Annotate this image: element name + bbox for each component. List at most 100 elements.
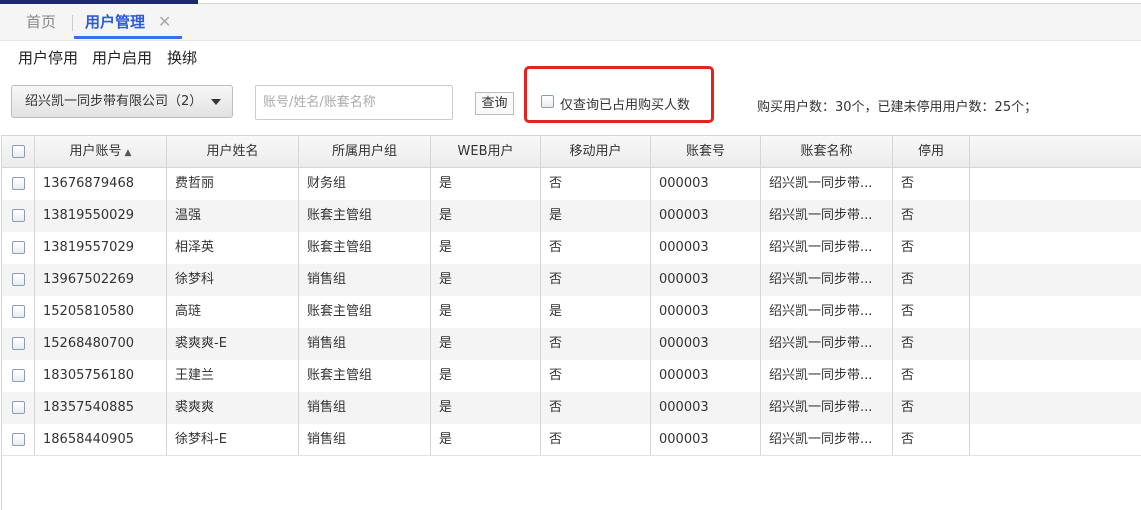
cell-user-account: 15268480700: [35, 328, 167, 360]
cell-account-set-name: 绍兴凯一同步带...: [761, 168, 893, 200]
header-account-set-no[interactable]: 账套号: [651, 136, 761, 168]
cell-account-set-name: 绍兴凯一同步带...: [761, 424, 893, 456]
cell-mobile-user: 否: [541, 424, 651, 456]
company-select[interactable]: 绍兴凯一同步带有限公司（2）: [11, 85, 233, 118]
sort-asc-icon: ▲: [124, 148, 132, 158]
table-row[interactable]: 15205810580 高琏 账套主管组是是 000003 绍兴凯一同步带... 否: [2, 296, 1141, 328]
only-query-checkbox[interactable]: [541, 95, 554, 108]
table-row[interactable]: 15268480700 裘爽爽-E 销售组是否 000003 绍兴凯一同步带... 否: [2, 328, 1141, 360]
row-checkbox[interactable]: [11, 209, 25, 222]
cell-disabled: 否: [893, 424, 970, 456]
cell-mobile-user: 否: [541, 360, 651, 392]
cell-account-set-name: 绍兴凯一同步带...: [761, 200, 893, 232]
cell-account-set-no: 000003: [651, 168, 761, 200]
cell-mobile-user: 否: [541, 264, 651, 296]
header-mobile-user[interactable]: 移动用户: [541, 136, 651, 168]
table-row[interactable]: 13967502269 徐梦科 销售组是否 000003 绍兴凯一同步带... 否: [2, 264, 1141, 296]
cell-select: [2, 424, 35, 456]
disable-user-button[interactable]: 用户停用: [18, 47, 78, 68]
cell-user-account: 18305756180: [35, 360, 167, 392]
cell-disabled: 否: [893, 200, 970, 232]
cell-account-set-no: 000003: [651, 328, 761, 360]
row-checkbox[interactable]: [11, 305, 25, 318]
header-user-account[interactable]: 用户账号 ▲: [35, 136, 167, 168]
row-checkbox[interactable]: [11, 273, 25, 286]
tab-home[interactable]: 首页: [26, 4, 56, 40]
cell-user-name: 费哲丽: [167, 168, 299, 200]
cell-mobile-user: 否: [541, 168, 651, 200]
cell-account-set-no: 000003: [651, 424, 761, 456]
header-web-user[interactable]: WEB用户: [431, 136, 541, 168]
cell-disabled: 否: [893, 264, 970, 296]
cell-disabled: 否: [893, 168, 970, 200]
cell-disabled: 否: [893, 328, 970, 360]
cell-user-name: 高琏: [167, 296, 299, 328]
cell-web-user: 是: [431, 392, 541, 424]
active-tab-indicator: [74, 36, 182, 39]
cell-account-set-no: 000003: [651, 264, 761, 296]
row-checkbox[interactable]: [11, 369, 25, 382]
cell-select: [2, 392, 35, 424]
cell-disabled: 否: [893, 232, 970, 264]
rebind-button[interactable]: 换绑: [167, 47, 197, 68]
query-button[interactable]: 查询: [475, 92, 514, 115]
row-checkbox[interactable]: [11, 177, 25, 190]
cell-select: [2, 328, 35, 360]
cell-mobile-user: 是: [541, 200, 651, 232]
tab-bar: 首页 用户管理 ✕: [0, 4, 1141, 41]
cell-account-set-name: 绍兴凯一同步带...: [761, 360, 893, 392]
chevron-down-icon: [211, 99, 221, 105]
table-row[interactable]: 13819557029 相泽英 账套主管组是否 000003 绍兴凯一同步带... 否: [2, 232, 1141, 264]
header-user-account-label: 用户账号: [69, 144, 122, 159]
cell-select: [2, 360, 35, 392]
purchase-summary: 购买用户数：30个，已建未停用用户数：25个；: [757, 100, 1038, 115]
cell-web-user: 是: [431, 328, 541, 360]
only-query-label: 仅查询已占用购买人数: [560, 98, 691, 113]
enable-user-button[interactable]: 用户启用: [92, 47, 152, 68]
cell-user-group: 财务组: [299, 168, 431, 200]
cell-user-group: 账套主管组: [299, 200, 431, 232]
header-user-name[interactable]: 用户姓名: [167, 136, 299, 168]
table-row[interactable]: 13819550029 温强 账套主管组是是 000003 绍兴凯一同步带... 否: [2, 200, 1141, 232]
cell-account-set-name: 绍兴凯一同步带...: [761, 232, 893, 264]
cell-user-group: 账套主管组: [299, 296, 431, 328]
table-bottom-border: [2, 455, 1141, 456]
tab-user-management[interactable]: 用户管理 ✕: [74, 4, 182, 40]
cell-web-user: 是: [431, 200, 541, 232]
cell-user-name: 徐梦科-E: [167, 424, 299, 456]
table-row[interactable]: 18305756180 王建兰 账套主管组是否 000003 绍兴凯一同步带... 否: [2, 360, 1141, 392]
table-row[interactable]: 18357540885 裘爽爽 销售组是否 000003 绍兴凯一同步带... 否: [2, 392, 1141, 424]
cell-user-name: 徐梦科: [167, 264, 299, 296]
select-all-checkbox[interactable]: [11, 145, 25, 158]
cell-account-set-name: 绍兴凯一同步带...: [761, 264, 893, 296]
row-checkbox[interactable]: [11, 433, 25, 446]
cell-account-set-name: 绍兴凯一同步带...: [761, 296, 893, 328]
cell-user-group: 销售组: [299, 424, 431, 456]
header-select-all-cell: [2, 136, 35, 168]
cell-mobile-user: 否: [541, 392, 651, 424]
row-checkbox[interactable]: [11, 401, 25, 414]
tab-separator: [72, 15, 73, 31]
table-row[interactable]: 13676879468 费哲丽 财务组是否 000003 绍兴凯一同步带... 否: [2, 168, 1141, 200]
cell-account-set-name: 绍兴凯一同步带...: [761, 328, 893, 360]
company-select-value: 绍兴凯一同步带有限公司（2）: [25, 94, 203, 109]
cell-user-account: 18658440905: [35, 424, 167, 456]
cell-user-group: 账套主管组: [299, 360, 431, 392]
cell-user-name: 裘爽爽-E: [167, 328, 299, 360]
row-checkbox[interactable]: [11, 337, 25, 350]
cell-user-group: 销售组: [299, 392, 431, 424]
cell-select: [2, 200, 35, 232]
row-checkbox[interactable]: [11, 241, 25, 254]
tab-user-management-label: 用户管理: [85, 13, 146, 31]
search-input[interactable]: [255, 85, 453, 120]
table-row[interactable]: 18658440905 徐梦科-E 销售组是否 000003 绍兴凯一同步带... 否: [2, 424, 1141, 456]
header-account-set-name[interactable]: 账套名称: [761, 136, 893, 168]
cell-user-group: 账套主管组: [299, 232, 431, 264]
close-icon[interactable]: ✕: [158, 4, 171, 40]
cell-disabled: 否: [893, 360, 970, 392]
cell-select: [2, 168, 35, 200]
header-disabled[interactable]: 停用: [893, 136, 970, 168]
cell-user-account: 18357540885: [35, 392, 167, 424]
cell-user-account: 13676879468: [35, 168, 167, 200]
header-user-group[interactable]: 所属用户组: [299, 136, 431, 168]
